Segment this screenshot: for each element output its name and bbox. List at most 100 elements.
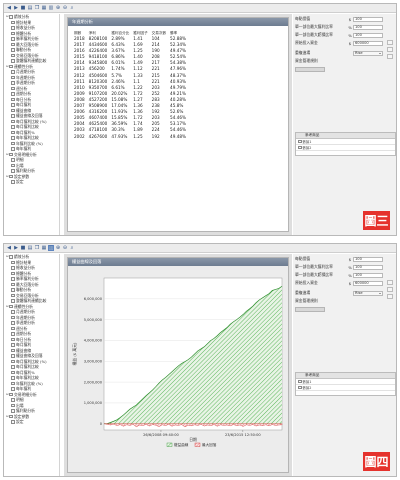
checkbox-icon[interactable] — [298, 139, 302, 144]
toolbar: ◀ ▶ ■ ▤ ❐ ▦ ▥ ⊕ ⊖ ⌕ — [4, 4, 396, 13]
x-axis-label: 日期 — [189, 437, 197, 442]
zoom-out-icon[interactable]: ⊖ — [62, 245, 68, 251]
report-icon — [11, 130, 15, 134]
slider-track[interactable] — [295, 307, 325, 312]
side-button[interactable] — [387, 40, 393, 45]
checkbox-icon[interactable] — [298, 379, 302, 384]
side-buttons — [387, 280, 393, 302]
report-icon — [11, 86, 15, 90]
search-icon[interactable]: ⌕ — [69, 5, 75, 11]
tree-item[interactable]: 設定 — [4, 179, 59, 185]
chart-icon[interactable]: ▥ — [48, 5, 54, 11]
report-icon — [11, 147, 15, 151]
report-icon — [11, 103, 15, 107]
report-icon — [11, 299, 15, 303]
report-icon — [11, 163, 15, 167]
setting-input[interactable]: 600000 — [353, 40, 383, 46]
report-area: 權益曲線及回落 0 1,000,000 2,000,000 3,000,000 4,00… — [64, 254, 292, 476]
report-document: 權益曲線及回落 0 1,000,000 2,000,000 3,000,000 4,00… — [67, 257, 289, 473]
report-area: 年週期分析 期數 淨利 獲利百分比 獲利因子 交易次數 勝率 2018 8208100 2.8… — [64, 14, 292, 235]
report-icon — [11, 70, 15, 74]
table-cell: 49.48% — [170, 133, 187, 139]
table-icon[interactable]: ▦ — [41, 5, 47, 11]
report-icon — [11, 293, 15, 297]
report-icon — [11, 271, 15, 275]
chart-icon[interactable]: ▥ — [48, 245, 54, 251]
report-icon — [11, 158, 15, 162]
slider-track[interactable] — [295, 67, 325, 72]
report-icon — [11, 376, 15, 380]
zoom-out-icon[interactable]: ⊖ — [62, 5, 68, 11]
table-cell: 47.93% — [111, 133, 128, 139]
setting-input[interactable]: 600000 — [353, 280, 383, 286]
forward-icon[interactable]: ▶ — [13, 245, 19, 251]
list-item[interactable]: 數據2 — [296, 145, 395, 151]
setting-label: 每點價值 — [295, 16, 311, 21]
report-icon — [11, 119, 15, 123]
reference-symbols: 參考商品 數據1 數據2 — [295, 372, 396, 396]
checkbox-icon[interactable] — [298, 385, 302, 390]
setting-row: 單一部位最大虧損比率% 100 — [295, 272, 383, 278]
report-icon — [11, 348, 15, 352]
folder-icon — [9, 174, 13, 178]
back-icon[interactable]: ◀ — [6, 245, 12, 251]
side-button[interactable] — [387, 280, 393, 285]
report-icon — [11, 48, 15, 52]
legend-swatch — [166, 442, 173, 447]
setting-input[interactable]: 100 — [353, 32, 383, 38]
forward-icon[interactable]: ▶ — [13, 5, 19, 11]
folder-icon — [9, 255, 13, 259]
print-icon[interactable]: ▤ — [27, 245, 33, 251]
checkbox-icon[interactable] — [298, 145, 302, 150]
copy-icon[interactable]: ❐ — [34, 245, 40, 251]
search-icon[interactable]: ⌕ — [69, 245, 75, 251]
zoom-in-icon[interactable]: ⊕ — [55, 5, 61, 11]
folder-icon — [9, 64, 13, 68]
report-icon — [11, 403, 15, 407]
report-icon — [11, 114, 15, 118]
setting-input[interactable]: 100 — [353, 272, 383, 278]
setting-input[interactable]: 100 — [353, 264, 383, 270]
table-cell: 49.79% — [170, 84, 187, 90]
report-icon — [11, 343, 15, 347]
table-icon[interactable]: ▦ — [41, 245, 47, 251]
setting-dropdown[interactable]: Rise — [353, 290, 383, 296]
setting-input[interactable]: 100 — [353, 256, 383, 262]
report-icon — [11, 42, 15, 46]
side-button[interactable] — [387, 47, 393, 52]
copy-icon[interactable]: ❐ — [34, 5, 40, 11]
y-tick-label: 2,000,000 — [84, 380, 103, 384]
report-icon — [11, 169, 15, 173]
setting-input[interactable]: 100 — [353, 24, 383, 30]
print-icon[interactable]: ▤ — [27, 5, 33, 11]
setting-input[interactable]: 100 — [353, 16, 383, 22]
report-icon — [11, 337, 15, 341]
setting-dropdown[interactable]: Rise — [353, 50, 383, 56]
report-icon — [11, 409, 15, 413]
list-item-label: 數據2 — [302, 386, 312, 390]
side-button[interactable] — [387, 287, 393, 292]
legend-swatch — [194, 442, 201, 447]
save-icon[interactable]: ■ — [20, 5, 26, 11]
side-button[interactable] — [387, 294, 393, 299]
table-cell: 2010 — [74, 84, 85, 90]
list-item[interactable]: 數據2 — [296, 385, 395, 391]
report-tree: ⊟ 績效分析 總計結果 總收益分析 總體分析 勝率獲利分析 最大回落分析 聯動分析 交易回落分析… — [4, 254, 60, 476]
report-icon — [11, 92, 15, 96]
report-icon — [11, 37, 15, 41]
table-cell: 4267600 — [88, 133, 108, 139]
y-tick-label: 5,000,000 — [84, 318, 103, 322]
table-cell: 2012 — [74, 72, 85, 78]
save-icon[interactable]: ■ — [20, 245, 26, 251]
side-button[interactable] — [387, 54, 393, 59]
report-icon — [11, 97, 15, 101]
report-icon — [11, 398, 15, 402]
report-icon — [11, 277, 15, 281]
equity-chart-area: 0 1,000,000 2,000,000 3,000,000 4,000,000 5,0… — [68, 266, 288, 472]
zoom-in-icon[interactable]: ⊕ — [55, 245, 61, 251]
report-icon — [11, 26, 15, 30]
back-icon[interactable]: ◀ — [6, 5, 12, 11]
side-buttons — [387, 40, 393, 62]
setting-row: 單一部位最大獲利比率% 100 — [295, 24, 383, 30]
tree-item[interactable]: 設定 — [4, 419, 59, 425]
